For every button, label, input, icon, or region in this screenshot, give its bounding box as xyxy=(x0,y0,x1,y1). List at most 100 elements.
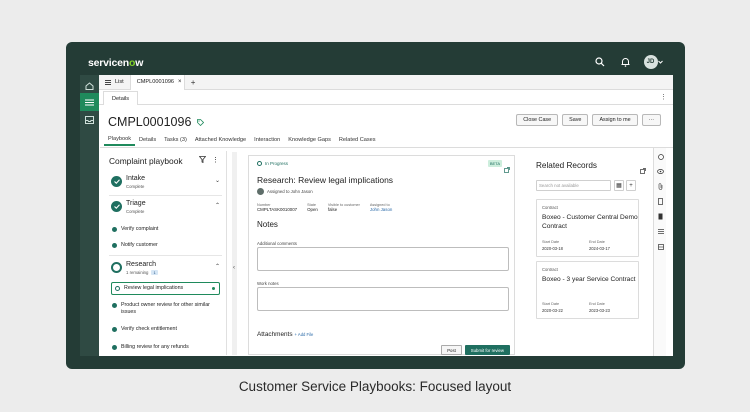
check-icon xyxy=(111,201,122,212)
card-buttons: Post Submit for review xyxy=(441,345,510,355)
grid-icon[interactable]: ▦ xyxy=(614,180,624,191)
chevron-left-icon[interactable]: ‹ xyxy=(233,265,235,271)
playbook-title: Complaint playbook xyxy=(109,156,183,166)
work-notes-field[interactable] xyxy=(257,287,509,311)
document-icon[interactable] xyxy=(657,198,664,205)
related-records-panel: Related Records Search not available ▦ +… xyxy=(528,152,658,356)
beta-badge: BETA xyxy=(487,160,502,167)
servicenow-logo: servicenow xyxy=(88,57,144,69)
check-icon xyxy=(112,227,117,232)
check-icon xyxy=(112,345,117,350)
more-icon[interactable]: ⋮ xyxy=(660,93,667,101)
related-card-name[interactable]: Boxeo - Customer Central Demo Contract xyxy=(542,213,638,231)
assign-to-me-button[interactable]: Assign to me xyxy=(592,114,638,126)
activity-verify-complaint[interactable]: Verify complaint xyxy=(112,226,220,233)
list-icon xyxy=(105,79,111,85)
panel-splitter[interactable] xyxy=(232,152,237,355)
avatar xyxy=(257,188,264,195)
add-file-link[interactable]: + Add File xyxy=(295,332,314,337)
activity-product-owner-review[interactable]: Product owner review for other similar i… xyxy=(112,302,220,316)
divider xyxy=(109,195,222,196)
activity-notify-customer[interactable]: Notify customer xyxy=(112,242,220,249)
tab-list[interactable]: List xyxy=(99,75,130,90)
selected-dot xyxy=(212,287,215,290)
tab-label: List xyxy=(115,79,124,85)
table-icon[interactable] xyxy=(657,243,664,250)
stage-research[interactable]: Research 1 remaining 1 ⌃ xyxy=(109,261,222,277)
user-menu[interactable]: JD xyxy=(643,55,663,69)
activity-verify-check[interactable]: Verify check entitlement xyxy=(112,326,220,333)
related-title: Related Records xyxy=(536,161,597,170)
tab-related-cases[interactable]: Related Cases xyxy=(335,134,380,146)
attachments: Attachments + Add File xyxy=(257,331,314,338)
right-rail xyxy=(653,148,666,356)
tab-playbook[interactable]: Playbook xyxy=(104,134,136,146)
in-progress-icon xyxy=(115,286,120,291)
save-button[interactable]: Save xyxy=(562,114,589,126)
external-link-icon[interactable] xyxy=(640,161,646,179)
activity-card: In Progress BETA Research: Review legal … xyxy=(248,155,515,355)
check-icon xyxy=(112,327,117,332)
tag-icon[interactable] xyxy=(197,118,205,126)
status-indicator: In Progress xyxy=(257,161,288,166)
related-card[interactable]: Contract Boxeo - Customer Central Demo C… xyxy=(536,199,639,257)
check-icon xyxy=(111,176,122,187)
list-icon[interactable] xyxy=(657,228,664,235)
paperclip-icon[interactable] xyxy=(657,183,664,190)
more-icon[interactable]: ⋮ xyxy=(212,156,219,164)
tab-knowledge-gaps[interactable]: Knowledge Gaps xyxy=(284,134,335,146)
stage-status: Complete xyxy=(126,184,145,189)
file-icon[interactable] xyxy=(657,213,664,220)
activity-billing-review[interactable]: Billing review for any refunds xyxy=(112,344,220,351)
activity-title: Research: Review legal implications xyxy=(257,175,394,185)
chevron-down-icon[interactable]: ⌄ xyxy=(215,177,220,184)
activity-fields: Number CMPLTASK0010007 State Open Visible … xyxy=(257,203,392,212)
add-tab-button[interactable]: + xyxy=(185,78,202,87)
record-number: CMPL0001096 xyxy=(108,115,192,129)
post-button[interactable]: Post xyxy=(441,345,462,355)
tab-details[interactable]: Details xyxy=(103,91,139,105)
chevron-up-icon[interactable]: ⌃ xyxy=(215,202,220,209)
search-icon[interactable] xyxy=(593,55,607,69)
list-icon[interactable] xyxy=(80,93,99,111)
field-number: Number CMPLTASK0010007 xyxy=(257,203,298,212)
filter-icon[interactable] xyxy=(198,156,207,165)
tab-label: CMPL0001096 xyxy=(136,79,175,85)
search-input[interactable]: Search not available xyxy=(536,180,611,191)
external-link-icon[interactable] xyxy=(504,160,510,178)
stage-triage[interactable]: Triage Complete ⌃ xyxy=(109,200,222,216)
add-icon[interactable]: + xyxy=(626,180,636,191)
compass-icon[interactable] xyxy=(657,153,664,160)
comments-field[interactable] xyxy=(257,247,509,271)
playbook-panel: Complaint playbook ⋮ Intake Complete ⌄ T… xyxy=(106,151,227,355)
eye-icon[interactable] xyxy=(657,168,664,175)
related-card[interactable]: Contract Boxeo - 3 year Service Contract… xyxy=(536,261,639,319)
tab-details[interactable]: Details xyxy=(135,134,160,146)
field-visible: Visible to customer false xyxy=(327,203,360,212)
stage-name: Triage xyxy=(126,200,146,207)
avatar: JD xyxy=(643,55,658,69)
tab-attached-knowledge[interactable]: Attached Knowledge xyxy=(191,134,250,146)
tab-tasks[interactable]: Tasks (3) xyxy=(160,134,191,146)
tab-interaction[interactable]: Interaction xyxy=(250,134,284,146)
divider xyxy=(100,147,673,148)
close-icon[interactable]: × xyxy=(178,79,182,85)
left-rail xyxy=(80,75,99,356)
stage-name: Research xyxy=(126,261,156,268)
close-case-button[interactable]: Close Case xyxy=(516,114,559,126)
assigned-to: Assigned to John Jason xyxy=(257,188,313,195)
chevron-up-icon[interactable]: ⌃ xyxy=(215,263,220,270)
more-actions-button[interactable]: ··· xyxy=(641,114,661,126)
tab-record[interactable]: CMPL0001096 × xyxy=(129,74,185,90)
workspace-tabbar: List CMPL0001096 × + xyxy=(99,74,673,90)
stage-status: 1 remaining 1 xyxy=(126,270,158,275)
bell-icon[interactable] xyxy=(618,55,632,69)
divider xyxy=(109,255,222,256)
in-progress-icon xyxy=(257,161,262,166)
submit-for-review-button[interactable]: Submit for review xyxy=(464,345,510,355)
related-card-name[interactable]: Boxeo - 3 year Service Contract xyxy=(542,275,638,284)
stage-intake[interactable]: Intake Complete ⌄ xyxy=(109,175,222,191)
inbox-icon[interactable] xyxy=(80,111,99,129)
activity-review-legal[interactable]: Review legal implications xyxy=(111,282,220,295)
record-tabs: Playbook Details Tasks (3) Attached Know… xyxy=(104,134,380,146)
